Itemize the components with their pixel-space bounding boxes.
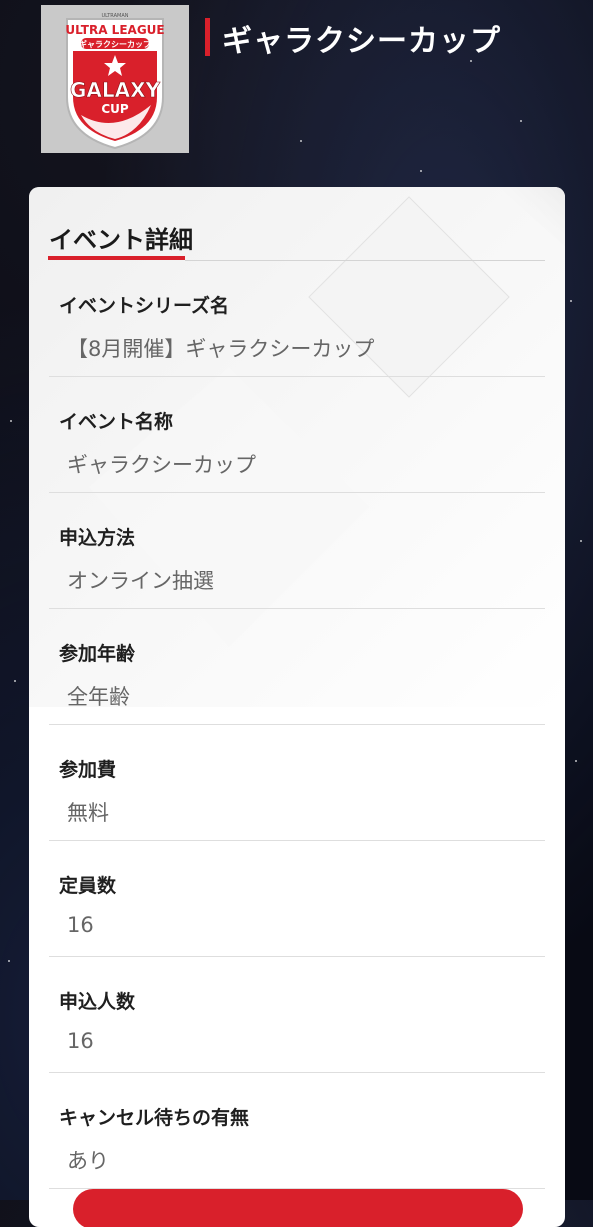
- page-title: ギャラクシーカップ: [222, 24, 501, 59]
- detail-label: イベント名称: [59, 411, 174, 433]
- detail-value: 無料: [67, 801, 109, 825]
- section-title: イベント詳細: [49, 226, 193, 254]
- galaxy-cup-logo: ULTRAMAN ULTRA LEAGUE ギャラクシーカップ GALAXY C…: [41, 5, 189, 153]
- detail-value: オンライン抽選: [67, 569, 214, 593]
- detail-label: 参加費: [59, 759, 117, 781]
- detail-row-waitlist: キャンセル待ちの有無 あり: [49, 1073, 545, 1189]
- detail-row-application-method: 申込方法 オンライン抽選: [49, 493, 545, 609]
- galaxy-cup-emblem-icon: ULTRAMAN ULTRA LEAGUE ギャラクシーカップ GALAXY C…: [65, 13, 165, 150]
- logo-cup-text: CUP: [101, 102, 129, 116]
- detail-value: ギャラクシーカップ: [67, 453, 256, 477]
- logo-main-text: GALAXY: [70, 78, 161, 102]
- detail-value: あり: [67, 1149, 109, 1173]
- detail-label: 申込方法: [59, 527, 136, 549]
- detail-label: イベントシリーズ名: [59, 295, 230, 317]
- section-title-underline: [48, 256, 185, 260]
- detail-row-capacity: 定員数 16: [49, 841, 545, 957]
- event-detail-card: イベント詳細 イベントシリーズ名 【8月開催】ギャラクシーカップ イベント名称 …: [29, 187, 565, 1227]
- detail-row-series-name: イベントシリーズ名 【8月開催】ギャラクシーカップ: [49, 261, 545, 377]
- detail-value: 16: [67, 913, 94, 937]
- apply-button[interactable]: [73, 1189, 523, 1227]
- logo-sub-text: ギャラクシーカップ: [79, 39, 152, 49]
- detail-label: 参加年齢: [59, 643, 136, 665]
- page-header: ULTRAMAN ULTRA LEAGUE ギャラクシーカップ GALAXY C…: [0, 0, 593, 170]
- title-accent-bar: [205, 18, 210, 56]
- detail-label: 定員数: [59, 875, 117, 897]
- detail-label: 申込人数: [59, 991, 136, 1013]
- logo-tiny-text: ULTRAMAN: [102, 13, 129, 19]
- detail-value: 16: [67, 1029, 94, 1053]
- detail-row-event-name: イベント名称 ギャラクシーカップ: [49, 377, 545, 493]
- detail-row-applicants: 申込人数 16: [49, 957, 545, 1073]
- detail-list: イベントシリーズ名 【8月開催】ギャラクシーカップ イベント名称 ギャラクシーカ…: [49, 261, 545, 1189]
- detail-label: キャンセル待ちの有無: [59, 1107, 250, 1129]
- detail-value: 全年齢: [67, 685, 130, 709]
- detail-row-fee: 参加費 無料: [49, 725, 545, 841]
- detail-value: 【8月開催】ギャラクシーカップ: [67, 337, 375, 361]
- detail-row-age: 参加年齢 全年齢: [49, 609, 545, 725]
- logo-top-text: ULTRA LEAGUE: [65, 23, 164, 37]
